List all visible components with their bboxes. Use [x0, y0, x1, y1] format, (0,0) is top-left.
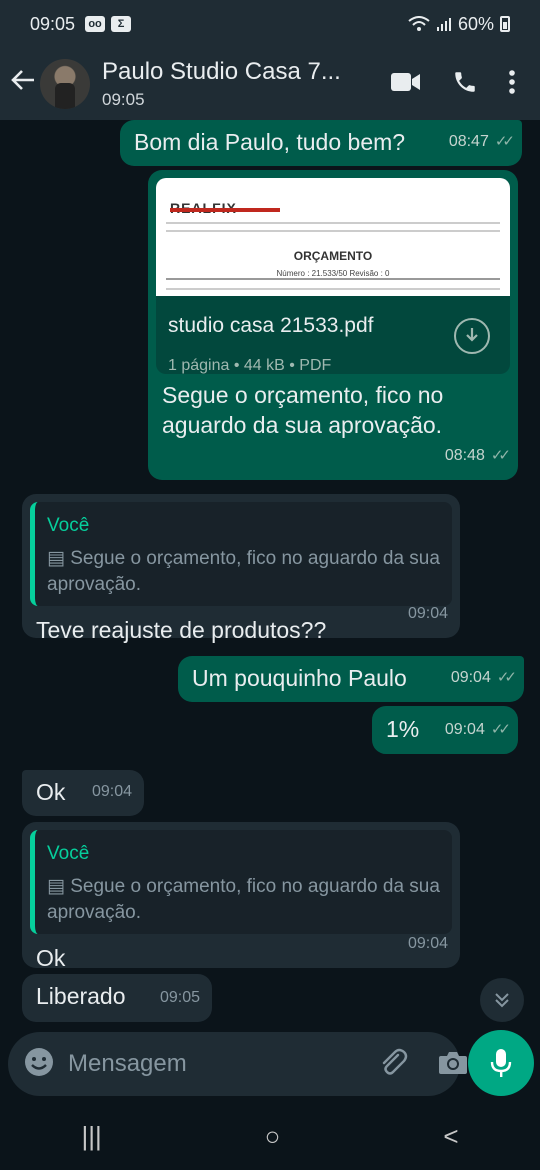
quote-author: Você	[47, 515, 90, 536]
status-time: 09:05	[30, 13, 76, 34]
doc-line	[166, 278, 500, 280]
more-options-icon[interactable]	[508, 69, 516, 100]
recents-button[interactable]: |||	[81, 1121, 101, 1152]
message-incoming[interactable]: Liberado 09:05	[22, 974, 212, 1022]
message-time: 09:05	[159, 989, 200, 1006]
message-time: 09:04	[450, 669, 491, 686]
message-caption: Segue o orçamento, fico no aguardo da su…	[162, 382, 444, 438]
message-input-box[interactable]	[8, 1032, 467, 1096]
phone-icon[interactable]	[452, 69, 478, 100]
message-meta: 08:47 ✓✓	[448, 126, 515, 158]
message-meta: 09:05	[160, 982, 200, 1014]
read-ticks-icon: ✓✓	[490, 447, 511, 464]
message-outgoing[interactable]: 1% 09:04 ✓✓	[372, 706, 518, 754]
back-button[interactable]: <	[443, 1121, 458, 1152]
message-outgoing-document[interactable]: REALFIX ORÇAMENTO Número : 21.533/50 Rev…	[148, 170, 518, 480]
message-meta: 09:04	[408, 928, 448, 960]
quote-author: Você	[47, 843, 90, 864]
avatar[interactable]	[40, 59, 90, 109]
quoted-message[interactable]: Você ▤ Segue o orçamento, fico no aguard…	[30, 502, 452, 606]
emoji-icon[interactable]	[24, 1047, 54, 1082]
message-input[interactable]	[68, 1050, 378, 1078]
message-meta: 09:04	[92, 776, 132, 808]
message-meta: 09:04 ✓✓	[444, 714, 511, 746]
message-text: Teve reajuste de produtos??	[36, 617, 327, 643]
document-info: studio casa 21533.pdf 1 página • 44 kB •…	[156, 296, 510, 374]
document-preview[interactable]: REALFIX ORÇAMENTO Número : 21.533/50 Rev…	[156, 178, 510, 374]
document-thumbnail: REALFIX ORÇAMENTO Número : 21.533/50 Rev…	[156, 178, 510, 296]
message-time: 08:47	[448, 133, 489, 150]
message-text: Ok	[36, 945, 66, 971]
mic-button[interactable]	[468, 1030, 534, 1096]
contact-name: Paulo Studio Casa 7...	[102, 58, 341, 85]
message-incoming-reply[interactable]: Você ▤ Segue o orçamento, fico no aguard…	[22, 494, 460, 643]
scroll-down-icon[interactable]	[480, 978, 524, 1022]
quote-text-wrap: ▤ Segue o orçamento, fico no aguardo da …	[47, 546, 440, 598]
message-time: 09:04	[91, 783, 132, 800]
download-icon[interactable]	[454, 318, 490, 354]
camera-icon[interactable]	[438, 1049, 468, 1080]
composer	[0, 1030, 540, 1102]
document-name: studio casa 21533.pdf	[168, 314, 374, 337]
message-text: Liberado	[36, 983, 126, 1009]
message-text: Um pouquinho Paulo	[192, 665, 407, 691]
quote-text-wrap: ▤ Segue o orçamento, fico no aguardo da …	[47, 874, 440, 926]
message-meta: 08:48 ✓✓	[444, 440, 511, 472]
doc-logo-bar	[170, 208, 280, 212]
message-meta: 09:04 ✓✓	[450, 662, 517, 694]
message-incoming-reply[interactable]: Você ▤ Segue o orçamento, fico no aguard…	[22, 822, 460, 971]
read-ticks-icon: ✓✓	[494, 133, 515, 150]
quote-text: Segue o orçamento, fico no aguardo da su…	[47, 876, 440, 923]
message-time: 09:04	[407, 935, 448, 952]
quoted-message[interactable]: Você ▤ Segue o orçamento, fico no aguard…	[30, 830, 452, 934]
message-text: 1%	[386, 716, 420, 742]
chat-header: Paulo Studio Casa 7... 09:05	[0, 48, 540, 120]
message-text: Ok	[36, 779, 66, 805]
system-nav-bar: ||| ○ <	[0, 1102, 540, 1170]
document-details: 1 página • 44 kB • PDF	[168, 357, 332, 374]
message-time: 09:04	[407, 605, 448, 622]
message-time: 09:04	[444, 721, 485, 738]
chat-area[interactable]: Bom dia Paulo, tudo bem? 08:47 ✓✓ REALFI…	[0, 120, 540, 1030]
document-icon: ▤	[47, 876, 65, 897]
read-ticks-icon: ✓✓	[496, 669, 517, 686]
doc-line	[166, 230, 500, 232]
status-right: 60%	[408, 14, 510, 35]
battery-percent: 60%	[457, 13, 494, 34]
contact-status: 09:05	[102, 90, 145, 109]
message-outgoing[interactable]: Um pouquinho Paulo 09:04 ✓✓	[178, 656, 524, 702]
read-ticks-icon: ✓✓	[490, 721, 511, 738]
message-outgoing[interactable]: Bom dia Paulo, tudo bem? 08:47 ✓✓	[120, 120, 522, 166]
contact-info[interactable]: Paulo Studio Casa 7... 09:05	[102, 58, 390, 110]
video-call-icon[interactable]	[390, 71, 422, 98]
wifi-icon	[408, 16, 430, 31]
message-meta: 09:04	[408, 598, 448, 630]
signal-icon	[436, 18, 451, 31]
battery-icon	[500, 16, 510, 32]
home-button[interactable]: ○	[265, 1121, 281, 1152]
mic-icon	[490, 1049, 512, 1077]
doc-line	[166, 288, 500, 290]
header-actions	[390, 69, 516, 100]
sigma-icon: Σ	[111, 16, 132, 32]
message-time: 08:48	[444, 447, 485, 464]
status-bar: 09:05 oo Σ 60%	[0, 0, 540, 48]
voicemail-icon: oo	[85, 16, 106, 32]
doc-subheading: Número : 21.533/50 Revisão : 0	[276, 269, 390, 278]
doc-line	[166, 222, 500, 224]
attach-icon[interactable]	[378, 1047, 408, 1082]
quote-text: Segue o orçamento, fico no aguardo da su…	[47, 548, 440, 595]
document-icon: ▤	[47, 548, 65, 569]
back-arrow-icon[interactable]	[10, 67, 40, 101]
message-incoming[interactable]: Ok 09:04	[22, 770, 144, 816]
message-text: Bom dia Paulo, tudo bem?	[134, 129, 406, 155]
